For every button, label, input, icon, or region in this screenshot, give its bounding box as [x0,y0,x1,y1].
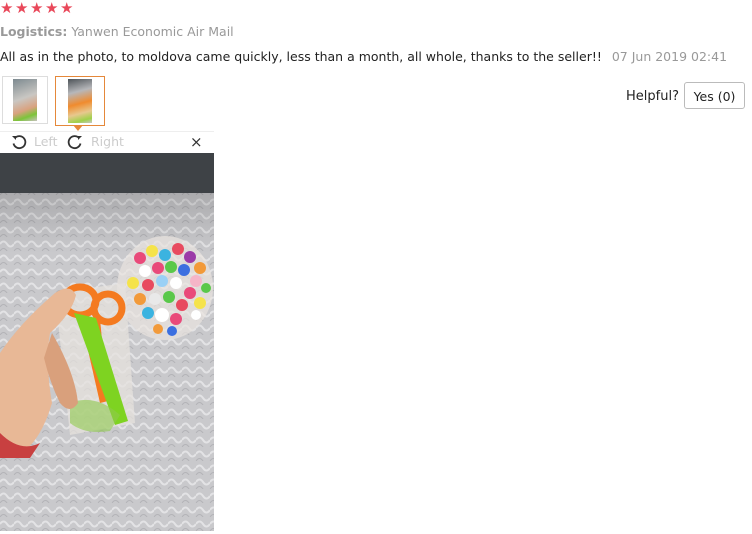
review-date: 07 Jun 2019 02:41 [611,49,728,64]
review-body: All as in the photo, to moldova came qui… [0,49,727,64]
rotate-left-label[interactable]: Left [34,134,58,149]
photo-viewer-toolbar: Left Right × [0,131,214,154]
review-photo-thumbnail-1[interactable] [2,76,48,124]
logistics-value: Yanwen Economic Air Mail [71,24,234,39]
helpful-label: Helpful? [626,89,679,104]
close-icon[interactable]: × [190,133,203,151]
rotate-right-label[interactable]: Right [91,134,124,149]
review-text: All as in the photo, to moldova came qui… [0,49,602,64]
logistics-line: Logistics: Yanwen Economic Air Mail [0,24,234,39]
star-icon: ★ [30,0,44,17]
helpful-yes-button[interactable]: Yes (0) [684,82,745,109]
thumbnail-image [68,79,92,123]
rating-stars: ★ ★ ★ ★ ★ [0,0,74,20]
logistics-label: Logistics: [0,24,68,39]
star-icon: ★ [45,0,59,17]
star-icon: ★ [0,0,14,17]
star-icon: ★ [15,0,29,17]
star-icon: ★ [60,0,74,17]
review-photo-thumbnail-2[interactable] [55,76,105,126]
thumbnail-image [13,79,37,121]
rotate-left-icon[interactable] [10,133,28,151]
review-photo-large [0,153,214,531]
rotate-right-icon[interactable] [66,133,84,151]
